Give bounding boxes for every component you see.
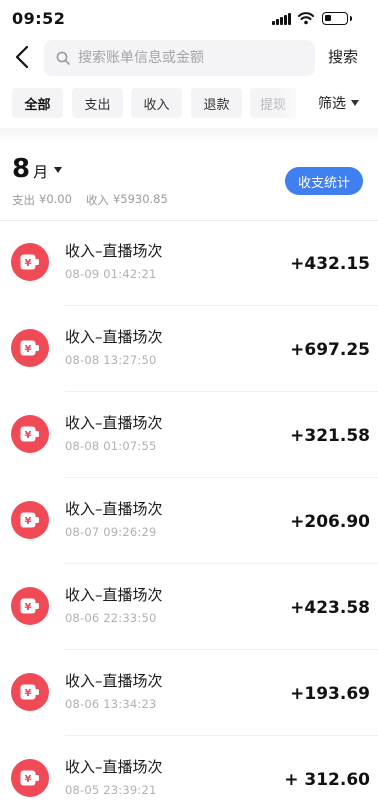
- filter-chip-expense[interactable]: 支出: [72, 88, 123, 118]
- transaction-title: 收入–直播场次: [65, 758, 163, 776]
- yuan-wallet-icon: ¥: [11, 759, 49, 797]
- transaction-time: 08-09 01:42:21: [65, 267, 157, 281]
- transaction-title: 收入–直播场次: [65, 586, 163, 604]
- month-unit: 月: [33, 163, 49, 181]
- transaction-time: 08-07 09:26:29: [65, 525, 157, 539]
- cellular-signal-icon: [272, 13, 292, 25]
- svg-text:¥: ¥: [25, 774, 32, 785]
- svg-text:¥: ¥: [25, 430, 32, 441]
- income-value: ¥5930.85: [112, 192, 168, 206]
- transaction-title: 收入–直播场次: [65, 672, 163, 690]
- status-bar: 09:52: [0, 0, 378, 36]
- transaction-amount: +432.15: [290, 254, 370, 274]
- battery-icon: [322, 12, 352, 25]
- svg-text:¥: ¥: [25, 258, 32, 269]
- transaction-title: 收入–直播场次: [65, 242, 163, 260]
- transaction-title: 收入–直播场次: [65, 500, 163, 518]
- svg-text:¥: ¥: [25, 688, 32, 699]
- transaction-time: 08-06 22:33:50: [65, 611, 157, 625]
- svg-text:¥: ¥: [25, 602, 32, 613]
- transaction-row[interactable]: ¥ 收入–直播场次 08-09 01:42:21 +432.15: [0, 220, 378, 306]
- transaction-row[interactable]: ¥ 收入–直播场次 08-06 22:33:50 +423.58: [0, 564, 378, 650]
- income-expense-stats-button[interactable]: 收支统计: [285, 167, 363, 195]
- expense-value: ¥0.00: [39, 192, 72, 206]
- yuan-wallet-icon: ¥: [11, 243, 49, 281]
- svg-text:¥: ¥: [25, 344, 32, 355]
- transaction-row[interactable]: ¥ 收入–直播场次 08-06 13:34:23 +193.69: [0, 650, 378, 736]
- transaction-time: 08-05 23:39:21: [65, 783, 157, 797]
- search-input[interactable]: [78, 40, 308, 76]
- back-button[interactable]: [12, 44, 34, 70]
- income-label: 收入: [85, 193, 109, 207]
- filter-chip-refund[interactable]: 退款: [191, 88, 242, 118]
- search-button[interactable]: 搜索: [328, 46, 358, 67]
- transaction-time: 08-08 01:07:55: [65, 439, 157, 453]
- yuan-wallet-icon: ¥: [11, 415, 49, 453]
- caret-down-icon: [54, 167, 63, 173]
- transaction-row[interactable]: ¥ 收入–直播场次 08-08 13:27:50 +697.25: [0, 306, 378, 392]
- month-number: 8: [12, 154, 31, 184]
- transaction-time: 08-08 13:27:50: [65, 353, 157, 367]
- transaction-amount: +697.25: [290, 340, 370, 360]
- chip-fade-overlay: [278, 88, 308, 120]
- transaction-amount: + 312.60: [284, 770, 370, 790]
- yuan-wallet-icon: ¥: [11, 587, 49, 625]
- transaction-title: 收入–直播场次: [65, 414, 163, 432]
- yuan-wallet-icon: ¥: [11, 673, 49, 711]
- filter-dropdown-button[interactable]: 筛选: [318, 93, 359, 113]
- filter-chip-income[interactable]: 收入: [131, 88, 182, 118]
- transaction-title: 收入–直播场次: [65, 328, 163, 346]
- month-summary: 支出 ¥0.00 收入 ¥5930.85: [12, 192, 168, 208]
- search-icon: [56, 51, 70, 65]
- transaction-amount: +321.58: [290, 426, 370, 446]
- caret-down-icon: [351, 100, 359, 106]
- transaction-amount: +206.90: [290, 512, 370, 532]
- transaction-row[interactable]: ¥ 收入–直播场次 08-05 23:39:21 + 312.60: [0, 736, 378, 802]
- section-divider: [0, 128, 378, 142]
- status-time: 09:52: [12, 9, 66, 28]
- filter-bar: 全部 支出 收入 退款 提现 筛选: [0, 88, 378, 120]
- yuan-wallet-icon: ¥: [11, 501, 49, 539]
- yuan-wallet-icon: ¥: [11, 329, 49, 367]
- month-picker[interactable]: 8 月: [12, 154, 63, 184]
- transaction-time: 08-06 13:34:23: [65, 697, 157, 711]
- filter-dropdown-label: 筛选: [318, 96, 346, 112]
- filter-chip-all[interactable]: 全部: [12, 88, 63, 118]
- transaction-amount: +423.58: [290, 598, 370, 618]
- wifi-icon: [298, 12, 314, 25]
- transaction-amount: +193.69: [290, 684, 370, 704]
- svg-text:¥: ¥: [25, 516, 32, 527]
- expense-label: 支出: [12, 193, 35, 207]
- search-box[interactable]: [44, 40, 315, 76]
- transaction-row[interactable]: ¥ 收入–直播场次 08-07 09:26:29 +206.90: [0, 478, 378, 564]
- transaction-row[interactable]: ¥ 收入–直播场次 08-08 01:07:55 +321.58: [0, 392, 378, 478]
